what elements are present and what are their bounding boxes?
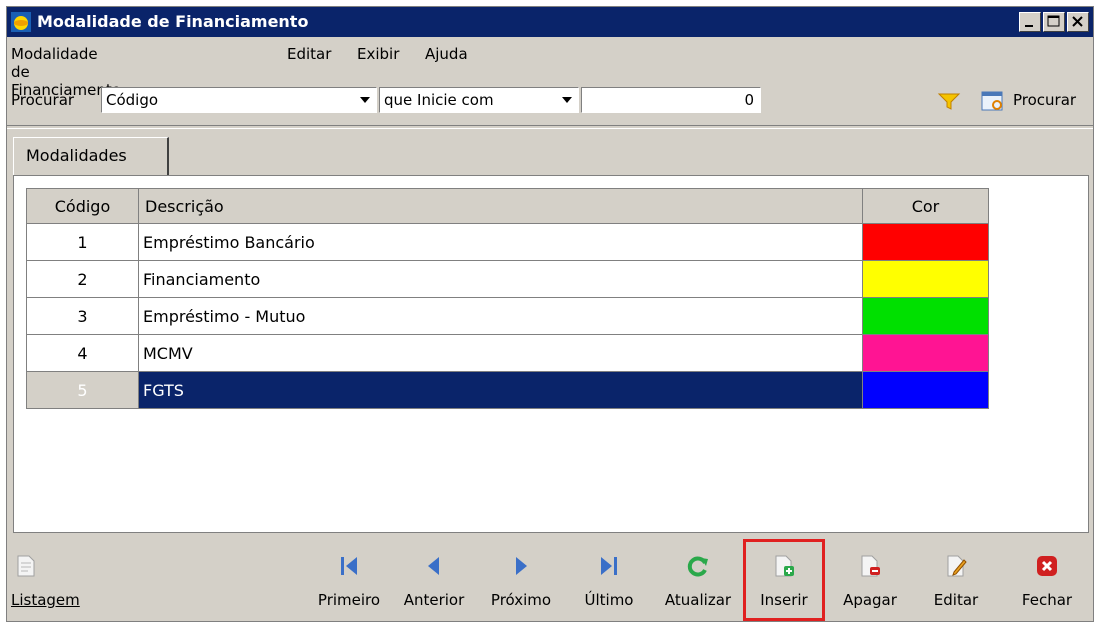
col-header-codigo[interactable]: Código	[26, 188, 139, 224]
search-button[interactable]: Procurar	[981, 87, 1091, 113]
cell-cor	[862, 223, 989, 261]
anterior-button[interactable]: Anterior	[395, 549, 473, 619]
table-row[interactable]: 3 Empréstimo - Mutuo	[26, 297, 989, 335]
cell-descricao: Empréstimo Bancário	[138, 223, 863, 261]
first-icon	[341, 557, 357, 575]
chevron-down-icon	[360, 97, 370, 103]
atualizar-button[interactable]: Atualizar	[655, 549, 741, 619]
close-icon	[1037, 556, 1057, 576]
chevron-down-icon	[562, 97, 572, 103]
cell-cor	[862, 334, 989, 372]
bottom-toolbar: Listagem Primeiro Anterior Próximo Últim…	[7, 539, 1093, 621]
refresh-icon	[687, 556, 708, 577]
grid-panel: Código Descrição Cor 1 Empréstimo Bancár…	[13, 175, 1089, 533]
fechar-button[interactable]: Fechar	[1007, 549, 1087, 619]
search-condition-select[interactable]: que Inicie com	[379, 87, 579, 113]
fechar-label: Fechar	[1021, 591, 1073, 609]
search-input-value: 0	[744, 91, 754, 109]
grid-header: Código Descrição Cor	[26, 188, 989, 224]
cell-descricao: MCMV	[138, 334, 863, 372]
anterior-label: Anterior	[403, 591, 465, 609]
next-icon	[516, 557, 527, 575]
table-row[interactable]: 4 MCMV	[26, 334, 989, 372]
data-grid: Código Descrição Cor 1 Empréstimo Bancár…	[26, 188, 989, 409]
search-field-select[interactable]: Código	[101, 87, 377, 113]
listagem-text: Listagem	[11, 591, 80, 609]
search-label: Procurar	[11, 91, 75, 109]
window-title: Modalidade de Financiamento	[37, 12, 309, 31]
last-icon	[601, 557, 617, 575]
app-icon	[11, 12, 31, 32]
cell-descricao: FGTS	[138, 371, 863, 409]
apagar-label: Apagar	[843, 591, 897, 609]
edit-icon	[947, 555, 967, 577]
menu-editar[interactable]: Editar	[287, 45, 331, 63]
cell-codigo: 3	[26, 297, 139, 335]
previous-icon	[428, 557, 439, 575]
col-header-descricao[interactable]: Descrição	[138, 188, 863, 224]
cell-descricao: Financiamento	[138, 260, 863, 298]
atualizar-label: Atualizar	[664, 591, 732, 609]
cell-cor	[862, 371, 989, 409]
cell-cor	[862, 260, 989, 298]
delete-icon	[861, 555, 880, 577]
cell-codigo: 2	[26, 260, 139, 298]
primeiro-label: Primeiro	[317, 591, 381, 609]
inserir-highlight-box	[743, 539, 825, 621]
tab-modalidades-label: Modalidades	[26, 146, 127, 165]
proximo-label: Próximo	[490, 591, 552, 609]
search-bar: Procurar Código que Inicie com 0 Procura…	[7, 87, 1093, 115]
maximize-button[interactable]	[1043, 12, 1065, 32]
editar-button[interactable]: Editar	[919, 549, 993, 619]
table-row[interactable]: 1 Empréstimo Bancário	[26, 223, 989, 261]
title-bar[interactable]: Modalidade de Financiamento	[7, 7, 1093, 37]
maximize-icon	[1047, 15, 1060, 27]
listagem-button[interactable]: Listagem	[9, 549, 89, 619]
table-row-selected[interactable]: 5 FGTS	[26, 371, 989, 409]
editar-label: Editar	[933, 591, 979, 609]
cell-codigo: 1	[26, 223, 139, 261]
table-row[interactable]: 2 Financiamento	[26, 260, 989, 298]
ultimo-button[interactable]: Último	[573, 549, 645, 619]
search-field-value: Código	[106, 91, 159, 109]
apagar-button[interactable]: Apagar	[833, 549, 907, 619]
minimize-button[interactable]	[1019, 12, 1041, 32]
tab-modalidades[interactable]: Modalidades	[13, 137, 169, 175]
divider	[7, 125, 1093, 129]
listagem-label: Listagem	[11, 591, 91, 609]
cell-cor	[862, 297, 989, 335]
search-input[interactable]: 0	[581, 87, 761, 113]
close-x-icon	[1072, 16, 1083, 27]
close-window-button[interactable]	[1067, 12, 1089, 32]
ultimo-label: Último	[584, 591, 634, 609]
search-button-label: Procurar	[1013, 91, 1077, 109]
cell-codigo: 5	[26, 371, 139, 409]
cell-descricao: Empréstimo - Mutuo	[138, 297, 863, 335]
filter-icon[interactable]	[937, 91, 961, 111]
primeiro-button[interactable]: Primeiro	[307, 549, 391, 619]
proximo-button[interactable]: Próximo	[481, 549, 561, 619]
col-header-cor[interactable]: Cor	[862, 188, 989, 224]
search-condition-value: que Inicie com	[384, 91, 494, 109]
menu-ajuda[interactable]: Ajuda	[425, 45, 468, 63]
cell-codigo: 4	[26, 334, 139, 372]
menu-exibir[interactable]: Exibir	[357, 45, 399, 63]
minimize-icon	[1025, 25, 1033, 27]
main-window: Modalidade de Financiamento Modalidade d…	[6, 6, 1094, 622]
search-window-icon	[981, 91, 1003, 111]
document-icon	[17, 555, 35, 577]
